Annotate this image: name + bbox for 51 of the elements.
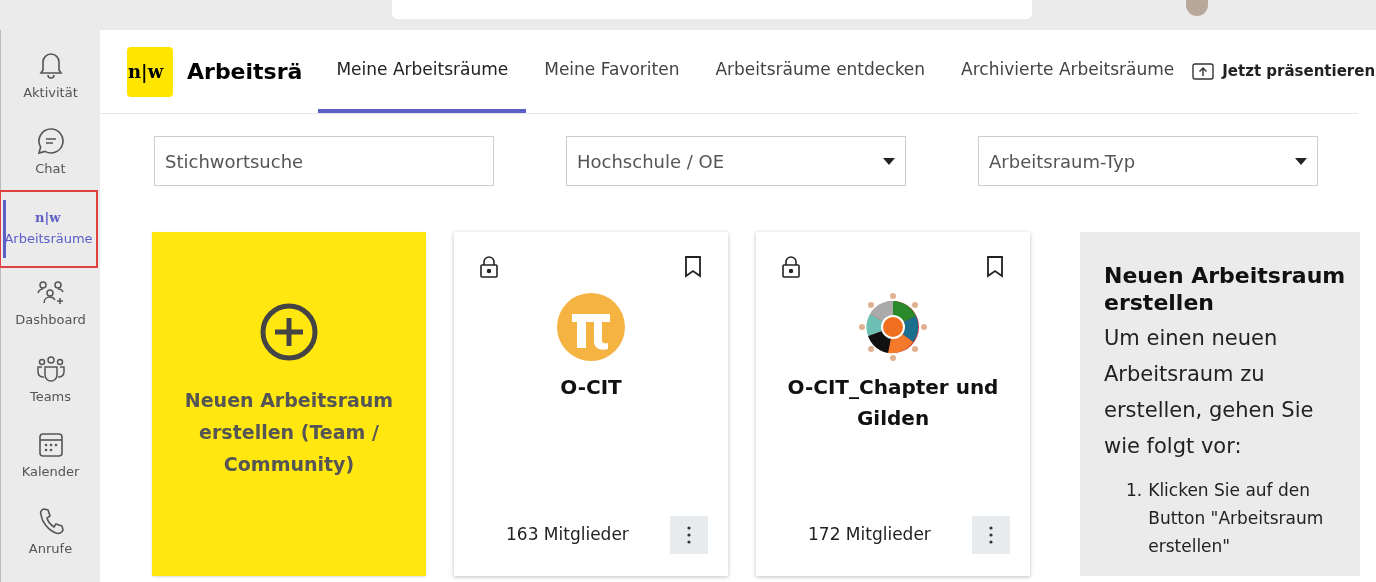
chat-icon: [36, 127, 65, 156]
more-button[interactable]: [972, 516, 1010, 554]
more-icon: [687, 526, 691, 544]
tab[interactable]: Archivierte Arbeitsräume: [943, 30, 1193, 113]
bookmark-icon[interactable]: [684, 256, 702, 278]
dropdown[interactable]: Arbeitsraum-Typ: [978, 136, 1318, 186]
workspace-card[interactable]: O-CIT_Chapter und Gilden 172 Mitglieder: [756, 232, 1030, 576]
caret-icon: [1295, 157, 1307, 165]
member-count: 163 Mitglieder: [506, 523, 629, 547]
rail-item[interactable]: Chat: [1, 116, 100, 190]
workspace-name: O-CIT: [559, 374, 623, 401]
create-workspace-label: Neuen Arbeitsraum erstellen (Team / Community): [183, 388, 395, 477]
more-button[interactable]: [670, 516, 708, 554]
lock-icon: [782, 256, 800, 278]
avatar[interactable]: [1186, 0, 1208, 16]
present-button[interactable]: Jetzt präsentieren: [1222, 60, 1376, 83]
calendar-icon: [37, 432, 64, 459]
rail-item[interactable]: Aktivität: [1, 40, 100, 114]
member-count: 172 Mitglieder: [808, 523, 931, 547]
step-number: 1.: [1126, 479, 1143, 502]
app-title: Arbeitsrä: [187, 58, 303, 86]
create-workspace-card[interactable]: Neuen Arbeitsraum erstellen (Team / Community): [152, 232, 426, 576]
rail-item[interactable]: Dashboard: [1, 268, 100, 342]
workspace-name: O-CIT_Chapter und Gilden: [786, 374, 1000, 432]
tab[interactable]: Arbeitsräume entdecken: [697, 30, 944, 113]
tab[interactable]: Meine Arbeitsräume: [318, 30, 527, 113]
teams-icon: [35, 355, 66, 384]
logo: n|w: [127, 46, 173, 97]
step-text: Klicken Sie auf den Button "Arbeitsraum erstellen": [1148, 479, 1325, 558]
keyword-search-field[interactable]: Stichwortsuche: [154, 136, 494, 186]
workspace-card[interactable]: O-CIT 163 Mitglieder: [454, 232, 728, 576]
bell-icon: [37, 51, 64, 80]
more-icon: [989, 526, 993, 544]
add-icon: [259, 302, 319, 362]
rail-item[interactable]: Anrufe: [1, 496, 100, 570]
help-text: Um einen neuen Arbeitsraum zu erstellen, gehen Sie wie folgt vor:: [1104, 325, 1315, 460]
phone-icon: [37, 507, 64, 536]
logo-icon: n|w: [34, 209, 63, 226]
lock-icon: [480, 256, 498, 278]
rail-item[interactable]: Teams: [1, 344, 100, 418]
pi-avatar-icon: [556, 292, 626, 362]
help-title: Neuen Arbeitsraum erstellen: [1104, 262, 1347, 316]
tab[interactable]: Meine Favoriten: [526, 30, 698, 113]
rail-item[interactable]: Kalender: [1, 420, 100, 494]
rail-item[interactable]: n|w Arbeitsräume: [1, 192, 96, 266]
bookmark-icon[interactable]: [986, 256, 1004, 278]
people-icon: [35, 280, 66, 307]
dropdown[interactable]: Hochschule / OE: [566, 136, 906, 186]
people-circle-icon: [858, 292, 928, 362]
share-screen-icon[interactable]: [1192, 62, 1215, 81]
caret-icon: [883, 157, 895, 165]
